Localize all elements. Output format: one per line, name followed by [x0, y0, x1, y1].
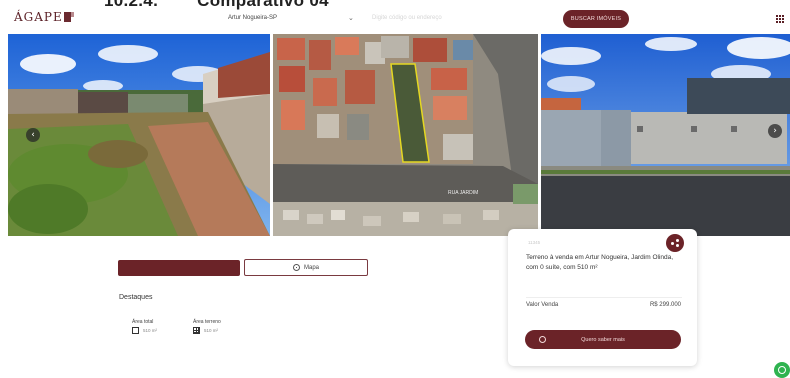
menu-grid-icon[interactable] [776, 15, 784, 23]
search-input[interactable]: Digite código ou endereço [372, 15, 442, 21]
top-navigation-bar: ÁGAPE Artur Nogueira-SP ⌄ Digite código … [0, 0, 790, 34]
share-button[interactable] [666, 234, 684, 252]
highlights-title: Destaques [119, 294, 153, 301]
gallery-next-arrow-icon[interactable]: › [768, 124, 782, 138]
photo-gallery[interactable]: RUA JARDIM [8, 34, 790, 236]
chevron-down-icon[interactable]: ⌄ [348, 14, 354, 22]
gallery-photo-lot[interactable] [8, 34, 270, 236]
price-label: Valor Venda [526, 302, 559, 308]
cta-label: Quero saber mais [581, 336, 625, 343]
highlight-total-area: Área total 510 m² [132, 319, 157, 334]
divider [526, 297, 682, 298]
gallery-photo-aerial[interactable]: RUA JARDIM [273, 34, 538, 236]
location-selector[interactable]: Artur Nogueira-SP [228, 15, 277, 21]
highlight-label: Área total [132, 319, 154, 325]
contact-cta-button[interactable]: Quero saber mais [525, 330, 681, 349]
grid-icon [193, 327, 200, 334]
listing-description: Terreno à venda em Artur Nogueira, Jardi… [526, 254, 674, 271]
highlight-label: Área terreno [193, 319, 221, 325]
logo-text: ÁGAPE [14, 10, 63, 24]
highlight-value: 510 m² [204, 328, 219, 333]
logo-mark-icon [63, 12, 74, 22]
share-icon [671, 239, 679, 247]
brand-logo[interactable]: ÁGAPE [14, 10, 74, 24]
map-pin-icon [292, 264, 300, 271]
primary-action-button[interactable] [118, 260, 240, 276]
area-icon [132, 327, 139, 334]
price-value: R$ 299.000 [649, 302, 681, 308]
gallery-prev-arrow-icon[interactable]: ‹ [26, 128, 40, 142]
listing-card: 11345 Terreno à venda em Artur Nogueira,… [508, 229, 697, 366]
info-icon [539, 336, 546, 343]
listing-code: 11345 [528, 240, 541, 245]
search-properties-button[interactable]: BUSCAR IMÓVEIS [563, 10, 629, 28]
highlight-value: 510 m² [143, 328, 158, 333]
map-button-label: Mapa [303, 264, 319, 271]
map-button[interactable]: Mapa [244, 259, 368, 276]
highlight-land-area: Área terreno 510 m² [193, 319, 221, 334]
street-label: RUA JARDIM [448, 190, 478, 196]
whatsapp-icon[interactable] [774, 362, 790, 378]
gallery-photo-street[interactable] [541, 34, 790, 236]
